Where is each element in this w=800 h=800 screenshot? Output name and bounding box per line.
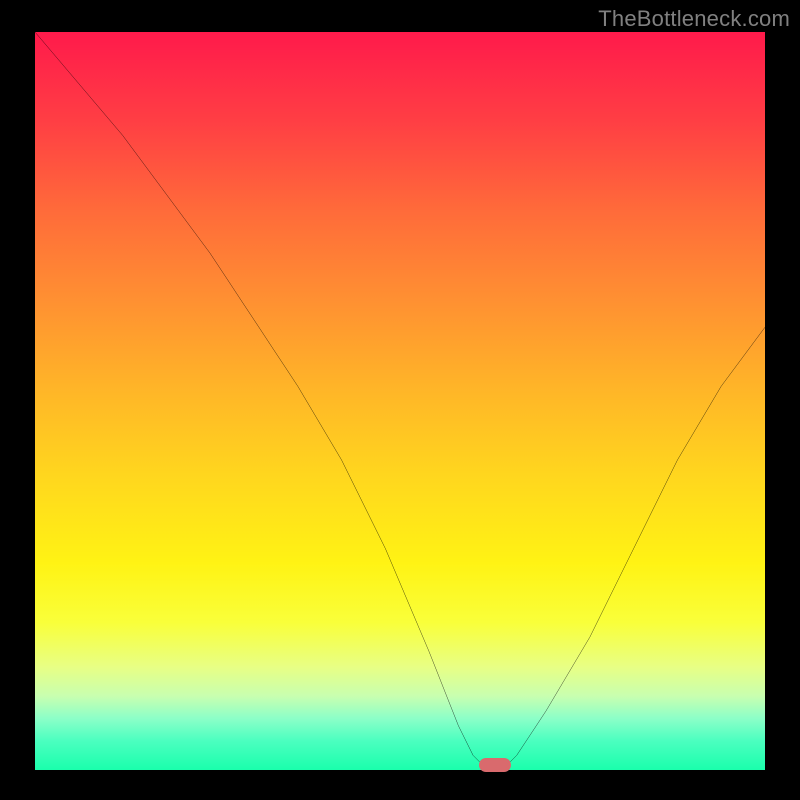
plot-area [35,32,765,770]
chart-frame: TheBottleneck.com [0,0,800,800]
curve-path [35,32,765,770]
bottleneck-curve [35,32,765,770]
watermark-label: TheBottleneck.com [598,6,790,32]
trough-marker [479,758,511,772]
